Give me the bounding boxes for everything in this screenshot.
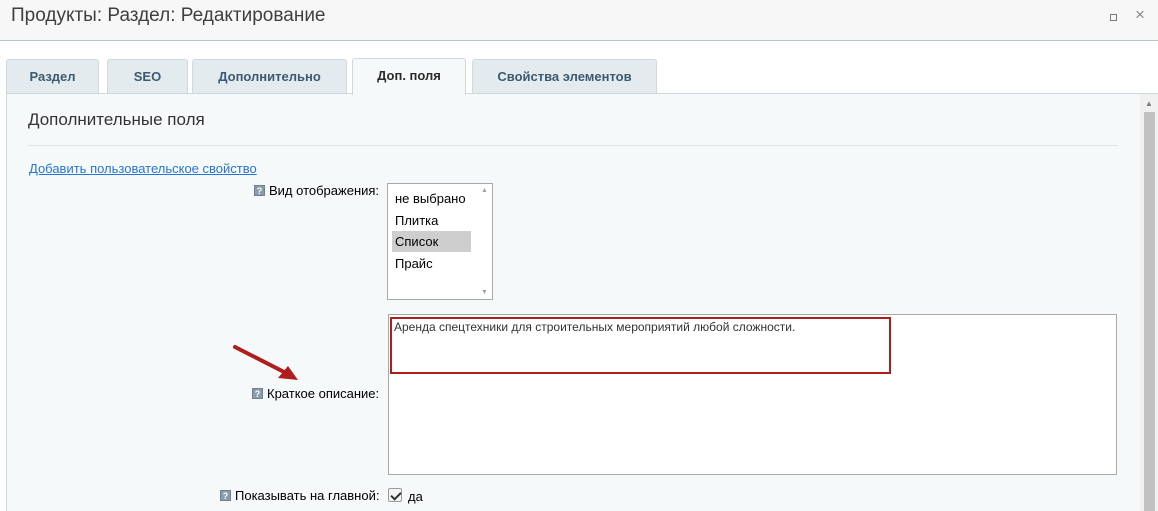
show-on-main-checkbox[interactable] — [388, 488, 402, 502]
checkmark-icon — [390, 489, 402, 501]
listbox-option[interactable]: не выбрано — [392, 188, 471, 209]
scroll-up-arrow-icon[interactable]: ▲ — [481, 187, 488, 194]
window-title: Продукты: Раздел: Редактирование — [11, 5, 326, 26]
help-icon[interactable]: ? — [254, 185, 265, 196]
scroll-up-arrow-icon[interactable]: ▲ — [1145, 99, 1153, 108]
help-icon[interactable]: ? — [220, 490, 231, 501]
listbox-scrollbar[interactable]: ▲ ▼ — [478, 184, 492, 299]
short-description-label-row: ? Краткое описание: — [252, 386, 379, 401]
tab-extra-fields[interactable]: Доп. поля — [352, 58, 466, 95]
tab-section[interactable]: Раздел — [6, 59, 99, 94]
help-icon[interactable]: ? — [252, 388, 263, 399]
listbox-option[interactable]: Плитка — [392, 210, 471, 231]
section-title: Дополнительные поля — [28, 110, 205, 129]
show-on-main-label: Показывать на главной: — [235, 488, 380, 503]
tab-panel: Дополнительные поля Добавить пользовател… — [6, 93, 1158, 511]
tab-seo[interactable]: SEO — [107, 59, 188, 94]
panel-scrollbar[interactable]: ▲ — [1140, 94, 1158, 511]
scroll-down-arrow-icon[interactable]: ▼ — [481, 289, 488, 296]
display-view-listbox[interactable]: не выбрано Плитка Список Прайс ▲ ▼ — [387, 183, 493, 300]
section-divider — [28, 145, 1118, 146]
listbox-option[interactable]: Прайс — [392, 253, 471, 274]
maximize-icon[interactable] — [1106, 10, 1120, 24]
add-custom-property-link[interactable]: Добавить пользовательское свойство — [29, 161, 257, 176]
display-view-label: Вид отображения: — [269, 183, 380, 198]
listbox-option-selected[interactable]: Список — [392, 231, 471, 252]
show-on-main-checkbox-text: да — [408, 489, 423, 504]
window-titlebar: Продукты: Раздел: Редактирование × — [0, 0, 1158, 41]
scrollbar-thumb[interactable] — [1144, 112, 1155, 511]
red-arrow-annotation-icon — [233, 345, 298, 380]
display-view-label-row: ? Вид отображения: — [254, 183, 379, 198]
tab-additional[interactable]: Дополнительно — [192, 59, 347, 94]
tabs-bar: Раздел SEO Дополнительно Доп. поля Свойс… — [0, 41, 1158, 95]
close-icon[interactable]: × — [1133, 6, 1147, 23]
show-on-main-label-row: ? Показывать на главной: — [220, 488, 379, 503]
short-description-label: Краткое описание: — [267, 386, 380, 401]
tab-element-properties[interactable]: Свойства элементов — [472, 59, 657, 94]
short-description-textarea[interactable]: Аренда спецтехники для строительных меро… — [388, 314, 1117, 475]
